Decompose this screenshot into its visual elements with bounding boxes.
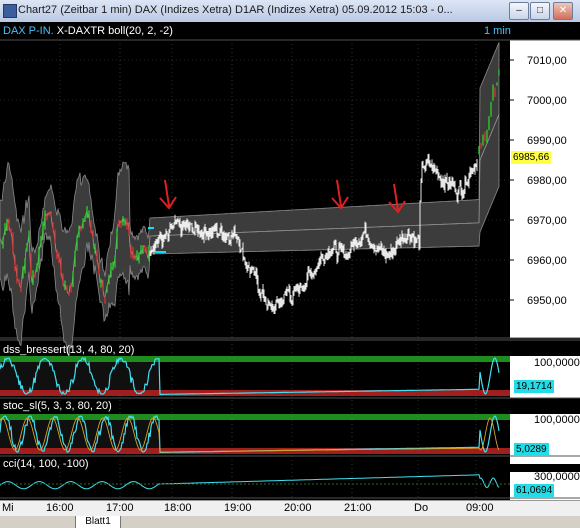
dss-overbought-zone xyxy=(0,356,510,362)
cci-pane-label: cci(14, 100, -100) xyxy=(3,458,89,470)
price-tick-label: 6950,00 xyxy=(527,295,567,307)
main-price-axis xyxy=(510,40,580,338)
time-label: 09:00 xyxy=(466,502,494,514)
dss-value-badge: 19,1714 xyxy=(514,380,555,393)
signal-arrow xyxy=(159,179,177,210)
price-tick-label: 7010,00 xyxy=(527,55,567,67)
time-label: 17:00 xyxy=(106,502,134,514)
stoch-value-badge: 5,0289 xyxy=(514,443,549,456)
chart-window: Chart27 (Zeitbar 1 min) DAX (Indizes Xet… xyxy=(0,0,580,528)
time-label: 16:00 xyxy=(46,502,74,514)
price-tick-label: 6960,00 xyxy=(527,255,567,267)
chart-canvas[interactable]: 7010,00 7000,00 6990,00 6980,00 6970,00 6960,… xyxy=(0,22,580,500)
bollinger-band xyxy=(0,42,500,357)
last-price-badge: 6985,66 xyxy=(511,151,552,164)
time-label: 21:00 xyxy=(344,502,372,514)
dss-pane-label: dss_bressert(13, 4, 80, 20) xyxy=(3,344,135,356)
osc-axis-label: 300,0000 xyxy=(534,471,580,483)
window-title: Chart27 (Zeitbar 1 min) DAX (Indizes Xet… xyxy=(18,4,453,16)
time-label: 19:00 xyxy=(224,502,252,514)
time-axis[interactable]: Mi 16:00 17:00 18:00 19:00 20:00 21:00 D… xyxy=(0,500,580,517)
time-label: 18:00 xyxy=(164,502,192,514)
main-pane-label: DAX P-IN. X-DAXTR boll(20, 2, -2) xyxy=(3,25,173,37)
osc-axis-label: 100,0000 xyxy=(534,414,580,426)
stoch-pane-label: stoc_sl(5, 3, 3, 80, 20) xyxy=(3,400,112,412)
indicator-label: X-DAXTR boll(20, 2, -2) xyxy=(56,25,173,37)
time-label: 20:00 xyxy=(284,502,312,514)
sheet-tab-bar: Blatt1 xyxy=(0,516,580,528)
dss-zone-fill xyxy=(0,362,160,390)
maximize-button[interactable]: □ xyxy=(530,2,550,20)
sheet-tab[interactable]: Blatt1 xyxy=(75,516,121,528)
signal-arrow xyxy=(331,179,349,210)
interval-label: 1 min xyxy=(484,25,511,37)
time-label: Mi xyxy=(2,502,14,514)
chart-area[interactable]: 7010,00 7000,00 6990,00 6980,00 6970,00 6960,… xyxy=(0,22,580,500)
minimize-button[interactable]: – xyxy=(509,2,529,20)
close-button[interactable]: ✕ xyxy=(553,2,573,20)
price-tick-label: 7000,00 xyxy=(527,95,567,107)
price-tick-label: 6980,00 xyxy=(527,175,567,187)
time-label: Do xyxy=(414,502,429,514)
price-tick-label: 6970,00 xyxy=(527,215,567,227)
cci-value-badge: 61,0694 xyxy=(514,484,555,497)
price-tick-label: 6990,00 xyxy=(527,135,567,147)
cci-line xyxy=(0,474,500,490)
chart-app-icon xyxy=(3,4,17,18)
osc-axis-label: 100,0000 xyxy=(534,357,580,369)
title-bar[interactable]: Chart27 (Zeitbar 1 min) DAX (Indizes Xet… xyxy=(0,0,580,23)
instrument-label: DAX P-IN. xyxy=(3,25,54,37)
